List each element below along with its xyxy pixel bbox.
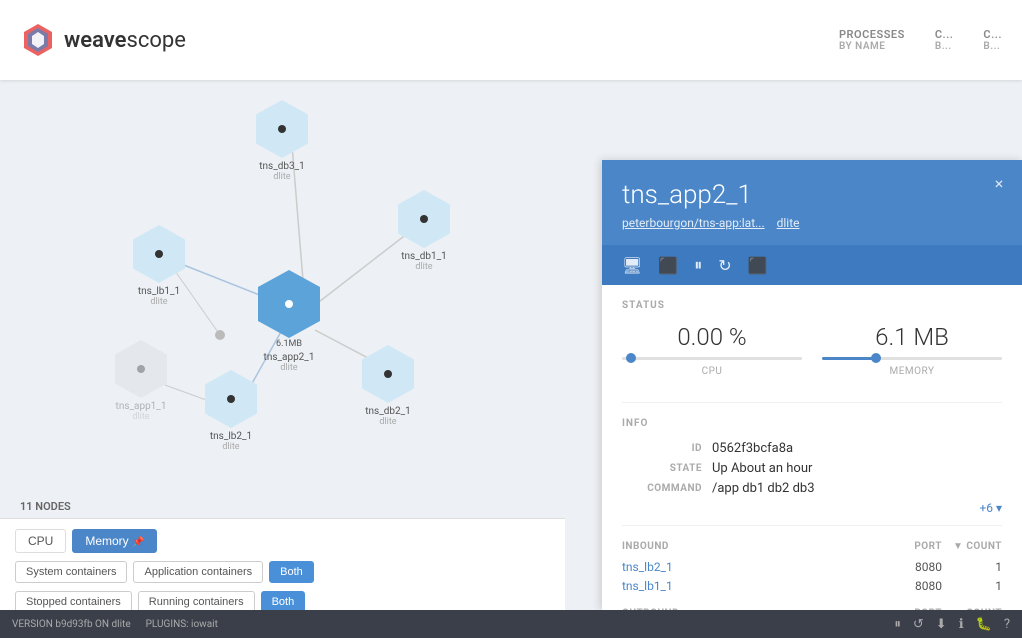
node-label: tns_lb1_1 (138, 286, 180, 297)
logo-icon (20, 22, 56, 58)
hex-dot (227, 395, 235, 403)
panel-title: tns_app2_1 (622, 180, 1002, 210)
panel-link-node[interactable]: dlite (777, 216, 800, 230)
node-label: tns_db2_1 (365, 406, 410, 417)
node-label: tns_app1_1 (116, 401, 167, 412)
info-section: INFO ID 0562f3bcfa8a STATE Up About an h… (622, 418, 1002, 526)
logo: weavescope (20, 22, 186, 58)
node-label: tns_lb2_1 (210, 431, 252, 442)
filter-row-1: System containers Application containers… (15, 561, 550, 583)
logo-text: weavescope (64, 28, 186, 53)
inbound-link-1[interactable]: tns_lb1_1 (622, 579, 882, 593)
inbound-section: INBOUND PORT ▼ COUNT tns_lb2_1 8080 1 tn… (622, 541, 1002, 593)
graph-area: tns_db3_1 dlite tns_db1_1 dlite tns_lb1_… (0, 80, 565, 638)
info-more[interactable]: +6 ▾ (622, 501, 1002, 515)
version-text: VERSION b9d93fb ON dlite (12, 619, 131, 630)
detail-panel: × tns_app2_1 peterbourgon/tns-app:lat...… (602, 160, 1022, 610)
both-btn-1[interactable]: Both (269, 561, 314, 583)
node-tns-lb2-1[interactable]: tns_lb2_1 dlite (205, 370, 257, 452)
application-containers-btn[interactable]: Application containers (133, 561, 263, 583)
cpu-marker (626, 353, 636, 363)
panel-link-image[interactable]: peterbourgon/tns-app:lat... (622, 216, 765, 230)
cpu-bar (622, 357, 802, 360)
help-status-icon[interactable]: ? (1004, 617, 1010, 632)
node-label: tns_app2_1 (264, 352, 315, 363)
inbound-row: tns_lb1_1 8080 1 (622, 579, 1002, 593)
panel-header: × tns_app2_1 peterbourgon/tns-app:lat...… (602, 160, 1022, 245)
refresh-status-icon[interactable]: ↺ (913, 617, 924, 632)
node-tns-db3-1[interactable]: tns_db3_1 dlite (256, 100, 308, 182)
info-id: ID 0562f3bcfa8a (622, 441, 1002, 456)
nav-containers1[interactable]: C... B... (935, 28, 954, 52)
node-badge: 6.1MB (276, 339, 302, 349)
terminal-icon[interactable]: ⬛ (658, 256, 678, 275)
memory-btn[interactable]: Memory 📌 (72, 529, 157, 553)
status-bar: VERSION b9d93fb ON dlite PLUGINS: iowait… (0, 610, 1022, 638)
nodes-count: 11 NODES (20, 500, 71, 513)
memory-label: MEMORY (822, 366, 1002, 377)
refresh-icon[interactable]: ↻ (718, 256, 731, 275)
plugins-text: PLUGINS: iowait (146, 619, 218, 630)
header: weavescope PROCESSES BY NAME C... B... C… (0, 0, 1022, 80)
panel-toolbar: 🖥 ⬛ ⏸ ↻ ⬛ (602, 245, 1022, 285)
node-tns-db2-1[interactable]: tns_db2_1 dlite (362, 345, 414, 427)
bug-status-icon[interactable]: 🐛 (976, 617, 992, 632)
panel-subtitle: peterbourgon/tns-app:lat... dlite (622, 216, 1002, 230)
hex-dot (278, 125, 286, 133)
info-label: INFO (622, 418, 1002, 429)
nav: PROCESSES BY NAME C... B... C... B... (839, 28, 1002, 52)
cpu-label: CPU (622, 366, 802, 377)
inbound-link-0[interactable]: tns_lb2_1 (622, 560, 882, 574)
download-status-icon[interactable]: ⬇ (936, 617, 947, 632)
cpu-value: 0.00 % (622, 323, 802, 351)
system-containers-btn[interactable]: System containers (15, 561, 127, 583)
node-tns-app2-1[interactable]: 6.1MB tns_app2_1 dlite (258, 270, 320, 373)
panel-body: STATUS 0.00 % CPU 6.1 MB (602, 285, 1022, 610)
node-label: tns_db1_1 (401, 251, 446, 262)
stop-icon[interactable]: ⬛ (748, 256, 768, 275)
hex-dot (384, 370, 392, 378)
nav-containers2[interactable]: C... B... (983, 28, 1002, 52)
node-tns-lb1-1[interactable]: tns_lb1_1 dlite (133, 225, 185, 307)
inbound-row: tns_lb2_1 8080 1 (622, 560, 1002, 574)
info-status-icon[interactable]: ℹ (959, 617, 964, 632)
hex-dot (420, 215, 428, 223)
inbound-header: INBOUND PORT ▼ COUNT (622, 541, 1002, 552)
pause-status-icon[interactable]: ⏸ (894, 617, 901, 632)
memory-metric: 6.1 MB MEMORY (822, 323, 1002, 377)
info-state: STATE Up About an hour (622, 461, 1002, 476)
canvas: tns_db3_1 dlite tns_db1_1 dlite tns_lb1_… (0, 80, 1022, 638)
close-button[interactable]: × (988, 172, 1010, 194)
node-tns-app1-1[interactable]: tns_app1_1 dlite (115, 340, 167, 422)
node-label: tns_db3_1 (259, 161, 304, 172)
pause-icon[interactable]: ⏸ (694, 255, 702, 275)
metrics-row: 0.00 % CPU 6.1 MB MEMORY (622, 323, 1002, 377)
node-tns-db1-1[interactable]: tns_db1_1 dlite (398, 190, 450, 272)
hex-dot (155, 250, 163, 258)
cpu-btn[interactable]: CPU (15, 529, 66, 553)
cpu-metric: 0.00 % CPU (622, 323, 802, 377)
status-label: STATUS (622, 300, 1002, 311)
info-command: COMMAND /app db1 db2 db3 (622, 481, 1002, 496)
hex-dot (137, 365, 145, 373)
memory-fill (822, 357, 876, 360)
monitor-icon[interactable]: 🖥 (622, 256, 642, 275)
nav-processes[interactable]: PROCESSES BY NAME (839, 28, 905, 52)
status-section: STATUS 0.00 % CPU 6.1 MB (622, 300, 1002, 403)
pin-icon: 📌 (132, 537, 144, 548)
memory-marker (871, 353, 881, 363)
memory-bar (822, 357, 1002, 360)
status-bar-icons: ⏸ ↺ ⬇ ℹ 🐛 ? (894, 617, 1010, 632)
metric-row: CPU Memory 📌 (15, 529, 550, 553)
hex-dot (285, 300, 293, 308)
memory-value: 6.1 MB (822, 323, 1002, 351)
